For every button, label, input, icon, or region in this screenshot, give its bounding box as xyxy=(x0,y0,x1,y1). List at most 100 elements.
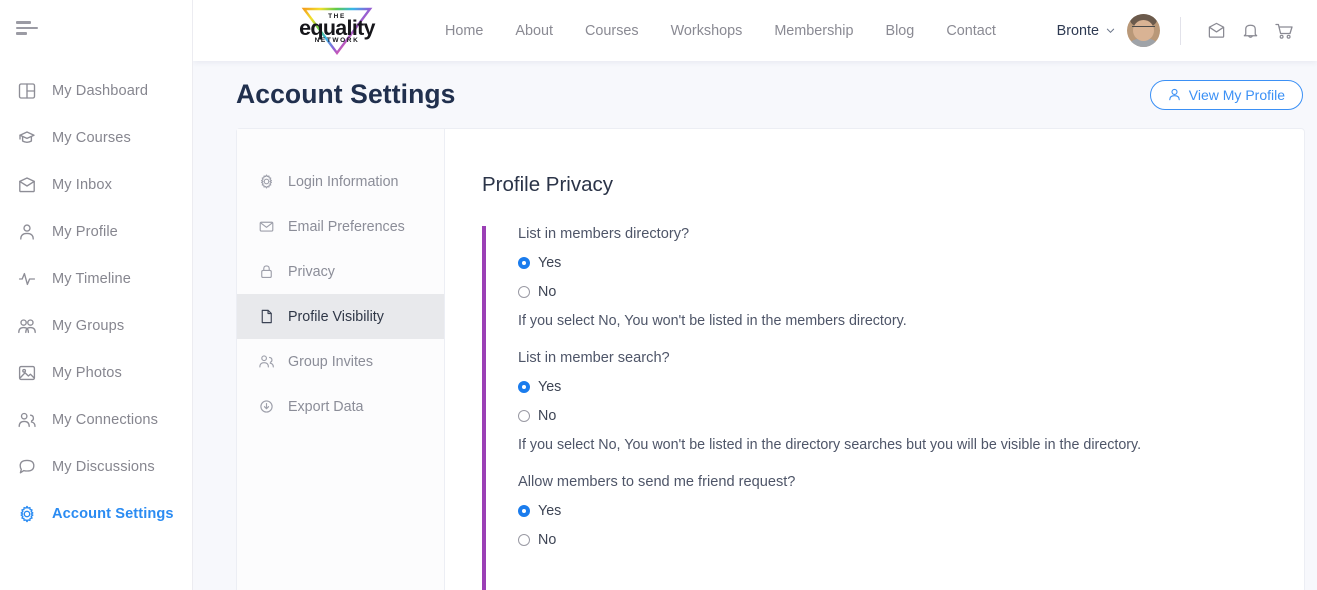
settings-menu-item-email-preferences[interactable]: Email Preferences xyxy=(237,204,444,249)
question-label: Allow members to send me friend request? xyxy=(518,474,796,490)
graduation-icon xyxy=(14,126,40,150)
radio-option-label: Yes xyxy=(538,503,562,519)
view-my-profile-label: View My Profile xyxy=(1188,86,1285,103)
sidebar-item-label: My Timeline xyxy=(52,270,131,287)
question-list: List in members directory? Yes No If you se… xyxy=(518,226,1304,548)
hamburger-menu-icon[interactable] xyxy=(16,21,38,35)
settings-menu-item-login-information[interactable]: Login Information xyxy=(237,159,444,204)
inbox-icon xyxy=(14,173,40,197)
nav-link-home[interactable]: Home xyxy=(429,23,499,39)
radio-button[interactable] xyxy=(518,505,530,517)
app-root: My Dashboard My Courses My Inbox My Profile… xyxy=(0,0,1317,590)
sidebar-item-my-courses[interactable]: My Courses xyxy=(0,114,192,161)
person-icon xyxy=(14,220,40,244)
nav-link-courses[interactable]: Courses xyxy=(569,23,655,39)
user-menu[interactable]: Bronte xyxy=(1057,23,1115,39)
nav-link-about[interactable]: About xyxy=(499,23,569,39)
gear-icon xyxy=(255,172,277,192)
sidebar-item-my-inbox[interactable]: My Inbox xyxy=(0,161,192,208)
sidebar-item-account-settings[interactable]: Account Settings xyxy=(0,490,192,537)
cart-icon[interactable] xyxy=(1267,16,1301,46)
person-icon xyxy=(1168,88,1180,101)
settings-menu-item-label: Privacy xyxy=(288,263,335,280)
document-icon xyxy=(255,307,277,327)
nav-link-blog[interactable]: Blog xyxy=(870,23,931,39)
sidebar-item-my-groups[interactable]: My Groups xyxy=(0,302,192,349)
question-help-text: If you select No, You won't be listed in… xyxy=(518,313,907,329)
settings-menu-item-group-invites[interactable]: Group Invites xyxy=(237,339,444,384)
connections-icon xyxy=(255,352,277,372)
radio-option-label: No xyxy=(538,284,557,300)
sidebar-item-my-profile[interactable]: My Profile xyxy=(0,208,192,255)
nav-link-membership[interactable]: Membership xyxy=(758,23,869,39)
sidebar-item-label: My Courses xyxy=(52,129,131,146)
header-right-controls: Bronte xyxy=(1057,14,1317,47)
sidebar-item-my-discussions[interactable]: My Discussions xyxy=(0,443,192,490)
radio-button[interactable] xyxy=(518,381,530,393)
connections-icon xyxy=(14,408,40,432)
radio-button[interactable] xyxy=(518,534,530,546)
settings-menu-item-label: Login Information xyxy=(288,173,399,190)
radio-option-no[interactable]: No xyxy=(518,284,1304,300)
radio-option-no[interactable]: No xyxy=(518,532,1304,548)
settings-menu-item-privacy[interactable]: Privacy xyxy=(237,249,444,294)
avatar[interactable] xyxy=(1127,14,1160,47)
settings-menu: Login Information Email Preferences Privac… xyxy=(237,129,445,590)
question-group: List in members directory? Yes No If you se… xyxy=(518,226,1304,329)
chat-icon xyxy=(14,455,40,479)
nav-link-contact[interactable]: Contact xyxy=(930,23,1012,39)
site-logo[interactable]: THE equality NETWORK xyxy=(291,3,383,59)
lock-icon xyxy=(255,262,277,282)
sidebar-item-label: My Discussions xyxy=(52,458,155,475)
radio-button[interactable] xyxy=(518,257,530,269)
radio-option-label: Yes xyxy=(538,379,562,395)
question-group: Allow members to send me friend request?… xyxy=(518,474,1304,548)
cloud-download-icon xyxy=(255,397,277,417)
bell-icon[interactable] xyxy=(1233,16,1267,46)
sidebar-item-my-photos[interactable]: My Photos xyxy=(0,349,192,396)
question-label: List in members directory? xyxy=(518,226,690,242)
nav-link-workshops[interactable]: Workshops xyxy=(655,23,759,39)
question-label: List in member search? xyxy=(518,350,670,366)
radio-option-label: No xyxy=(538,408,557,424)
sidebar-nav: My Dashboard My Courses My Inbox My Profile… xyxy=(0,67,192,537)
accent-bar xyxy=(482,226,486,590)
view-my-profile-button[interactable]: View My Profile xyxy=(1149,79,1303,110)
header-divider xyxy=(1180,16,1181,45)
question-group: List in member search? Yes No If you select… xyxy=(518,350,1304,453)
page-header: Account Settings View My Profile xyxy=(193,61,1317,128)
settings-menu-item-profile-visibility[interactable]: Profile Visibility xyxy=(237,294,444,339)
settings-content: Profile Privacy List in members director… xyxy=(445,129,1304,590)
settings-panel: Login Information Email Preferences Privac… xyxy=(236,128,1305,590)
top-header: THE equality NETWORK Home About Courses Wor… xyxy=(193,0,1317,61)
radio-option-yes[interactable]: Yes xyxy=(518,503,1304,519)
sidebar-item-label: Account Settings xyxy=(52,505,174,522)
logo-line-equality: equality xyxy=(299,15,375,40)
radio-button[interactable] xyxy=(518,410,530,422)
sidebar-item-label: My Dashboard xyxy=(52,82,149,99)
gear-icon xyxy=(14,502,40,526)
question-help-text: If you select No, You won't be listed in… xyxy=(518,437,1142,453)
activity-icon xyxy=(14,267,40,291)
profile-privacy-form: List in members directory? Yes No If you se… xyxy=(482,226,1304,590)
page-body: Account Settings View My Profile Login I… xyxy=(193,61,1317,590)
settings-menu-item-export-data[interactable]: Export Data xyxy=(237,384,444,429)
sidebar-item-label: My Connections xyxy=(52,411,159,428)
sidebar-item-label: My Inbox xyxy=(52,176,113,193)
radio-option-yes[interactable]: Yes xyxy=(518,379,1304,395)
inbox-icon[interactable] xyxy=(1199,16,1233,46)
logo-line-network: NETWORK xyxy=(314,37,360,44)
sidebar-item-label: My Profile xyxy=(52,223,118,240)
radio-option-label: No xyxy=(538,532,557,548)
sidebar-item-my-connections[interactable]: My Connections xyxy=(0,396,192,443)
radio-option-yes[interactable]: Yes xyxy=(518,255,1304,271)
image-icon xyxy=(14,361,40,385)
settings-menu-item-label: Group Invites xyxy=(288,353,374,370)
chevron-down-icon xyxy=(1106,28,1115,34)
radio-button[interactable] xyxy=(518,286,530,298)
sidebar-item-my-dashboard[interactable]: My Dashboard xyxy=(0,67,192,114)
sidebar-item-label: My Groups xyxy=(52,317,125,334)
radio-option-no[interactable]: No xyxy=(518,408,1304,424)
user-name: Bronte xyxy=(1056,22,1099,39)
sidebar-item-my-timeline[interactable]: My Timeline xyxy=(0,255,192,302)
